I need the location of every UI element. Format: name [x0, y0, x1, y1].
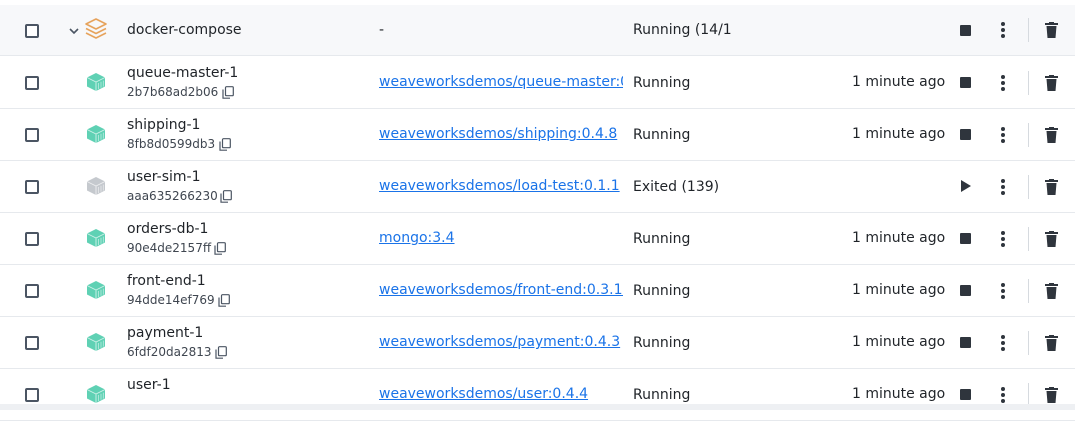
container-id: 90e4de2157ff: [127, 241, 212, 255]
copy-icon[interactable]: [220, 190, 232, 203]
row-select-checkbox[interactable]: [25, 336, 39, 350]
stop-icon[interactable]: [960, 389, 971, 400]
container-name[interactable]: queue-master-1: [127, 65, 238, 81]
container-row[interactable]: queue-master-1 2b7b68ad2b06 weaveworksdemo…: [0, 57, 1075, 109]
row-select-checkbox[interactable]: [25, 232, 39, 246]
container-image-link[interactable]: weaveworksdemos/load-test:0.1.1: [379, 178, 623, 194]
container-started: 1 minute ago: [852, 386, 946, 402]
stop-icon[interactable]: [960, 25, 971, 36]
trash-icon[interactable]: [1045, 231, 1058, 247]
row-select-checkbox[interactable]: [25, 388, 39, 402]
kebab-menu-icon[interactable]: [1001, 127, 1005, 143]
container-status: Running: [633, 127, 691, 143]
container-image-link[interactable]: mongo:3.4: [379, 230, 623, 246]
compose-group-row[interactable]: docker-compose - Running (14/1: [0, 5, 1075, 56]
actions-divider: [1028, 71, 1029, 95]
compose-stack-icon: [85, 18, 107, 39]
kebab-menu-icon[interactable]: [1001, 75, 1005, 91]
container-id: 6fdf20da2813: [127, 345, 212, 359]
container-image-link[interactable]: weaveworksdemos/payment:0.4.3: [379, 334, 623, 350]
container-status: Running: [633, 335, 691, 351]
container-started: 1 minute ago: [852, 230, 946, 246]
actions-divider: [1028, 331, 1029, 355]
play-icon[interactable]: [961, 180, 971, 192]
container-started: 1 minute ago: [852, 126, 946, 142]
container-started: 1 minute ago: [852, 334, 946, 350]
copy-icon[interactable]: [218, 294, 230, 307]
container-name[interactable]: user-sim-1: [127, 169, 200, 185]
container-id: 8fb8d0599db3: [127, 137, 216, 151]
container-started: 1 minute ago: [852, 282, 946, 298]
copy-icon[interactable]: [219, 138, 231, 151]
kebab-menu-icon[interactable]: [1001, 283, 1005, 299]
trash-icon[interactable]: [1045, 179, 1058, 195]
row-select-checkbox[interactable]: [25, 128, 39, 142]
container-status: Exited (139): [633, 179, 720, 195]
container-name[interactable]: payment-1: [127, 325, 203, 341]
container-cube-icon: [86, 333, 106, 351]
stop-icon[interactable]: [960, 77, 971, 88]
container-id: 94dde14ef769: [127, 293, 215, 307]
trash-icon[interactable]: [1045, 22, 1058, 38]
container-image-link[interactable]: weaveworksdemos/front-end:0.3.12: [379, 282, 623, 298]
container-row[interactable]: orders-db-1 90e4de2157ff mongo:3.4 Running 1…: [0, 213, 1075, 265]
container-cube-icon: [86, 229, 106, 247]
container-id: 2b7b68ad2b06: [127, 85, 219, 99]
copy-icon[interactable]: [215, 346, 227, 359]
group-image: -: [379, 22, 385, 38]
container-status: Running: [633, 231, 691, 247]
kebab-menu-icon[interactable]: [1001, 387, 1005, 403]
kebab-menu-icon[interactable]: [1001, 231, 1005, 247]
container-row[interactable]: payment-1 6fdf20da2813 weaveworksdemos/pay…: [0, 317, 1075, 369]
trash-icon[interactable]: [1045, 283, 1058, 299]
trash-icon[interactable]: [1045, 75, 1058, 91]
container-status: Running: [633, 387, 691, 403]
kebab-menu-icon[interactable]: [1001, 179, 1005, 195]
trash-icon[interactable]: [1045, 127, 1058, 143]
container-started: 1 minute ago: [852, 74, 946, 90]
row-select-checkbox[interactable]: [25, 180, 39, 194]
stop-icon[interactable]: [960, 337, 971, 348]
container-name[interactable]: shipping-1: [127, 117, 200, 133]
group-name[interactable]: docker-compose: [127, 22, 242, 38]
trash-icon[interactable]: [1045, 387, 1058, 403]
copy-icon[interactable]: [222, 86, 234, 99]
chevron-down-icon[interactable]: [68, 25, 80, 37]
kebab-menu-icon[interactable]: [1001, 335, 1005, 351]
container-cube-icon: [86, 385, 106, 403]
container-status: Running: [633, 75, 691, 91]
group-status: Running (14/1: [633, 22, 732, 38]
actions-divider: [1028, 175, 1029, 199]
container-row[interactable]: user-1 weaveworksdemos/user:0.4.4 Running 1…: [0, 369, 1075, 421]
container-cube-icon: [86, 281, 106, 299]
stop-icon[interactable]: [960, 233, 971, 244]
actions-divider: [1028, 123, 1029, 147]
copy-icon[interactable]: [214, 242, 226, 255]
container-row[interactable]: user-sim-1 aaa635266230 weaveworksdemos/lo…: [0, 161, 1075, 213]
actions-divider: [1028, 227, 1029, 251]
container-cube-icon: [86, 73, 106, 91]
container-id: aaa635266230: [127, 189, 218, 203]
horizontal-scrollbar[interactable]: [0, 404, 1075, 410]
container-name[interactable]: orders-db-1: [127, 221, 208, 237]
trash-icon[interactable]: [1045, 335, 1058, 351]
container-status: Running: [633, 283, 691, 299]
container-row[interactable]: shipping-1 8fb8d0599db3 weaveworksdemos/sh…: [0, 109, 1075, 161]
container-image-link[interactable]: weaveworksdemos/shipping:0.4.8: [379, 126, 623, 142]
container-image-link[interactable]: weaveworksdemos/queue-master:0.3: [379, 74, 623, 90]
stop-icon[interactable]: [960, 285, 971, 296]
actions-divider: [1028, 18, 1029, 42]
row-select-checkbox[interactable]: [25, 76, 39, 90]
container-name[interactable]: user-1: [127, 377, 171, 393]
container-name[interactable]: front-end-1: [127, 273, 206, 289]
stop-icon[interactable]: [960, 129, 971, 140]
container-cube-icon: [86, 125, 106, 143]
kebab-menu-icon[interactable]: [1001, 22, 1005, 38]
actions-divider: [1028, 279, 1029, 303]
row-select-checkbox[interactable]: [25, 284, 39, 298]
group-select-checkbox[interactable]: [25, 24, 39, 38]
container-cube-icon: [86, 177, 106, 195]
container-row[interactable]: front-end-1 94dde14ef769 weaveworksdemos/f…: [0, 265, 1075, 317]
container-image-link[interactable]: weaveworksdemos/user:0.4.4: [379, 386, 623, 402]
